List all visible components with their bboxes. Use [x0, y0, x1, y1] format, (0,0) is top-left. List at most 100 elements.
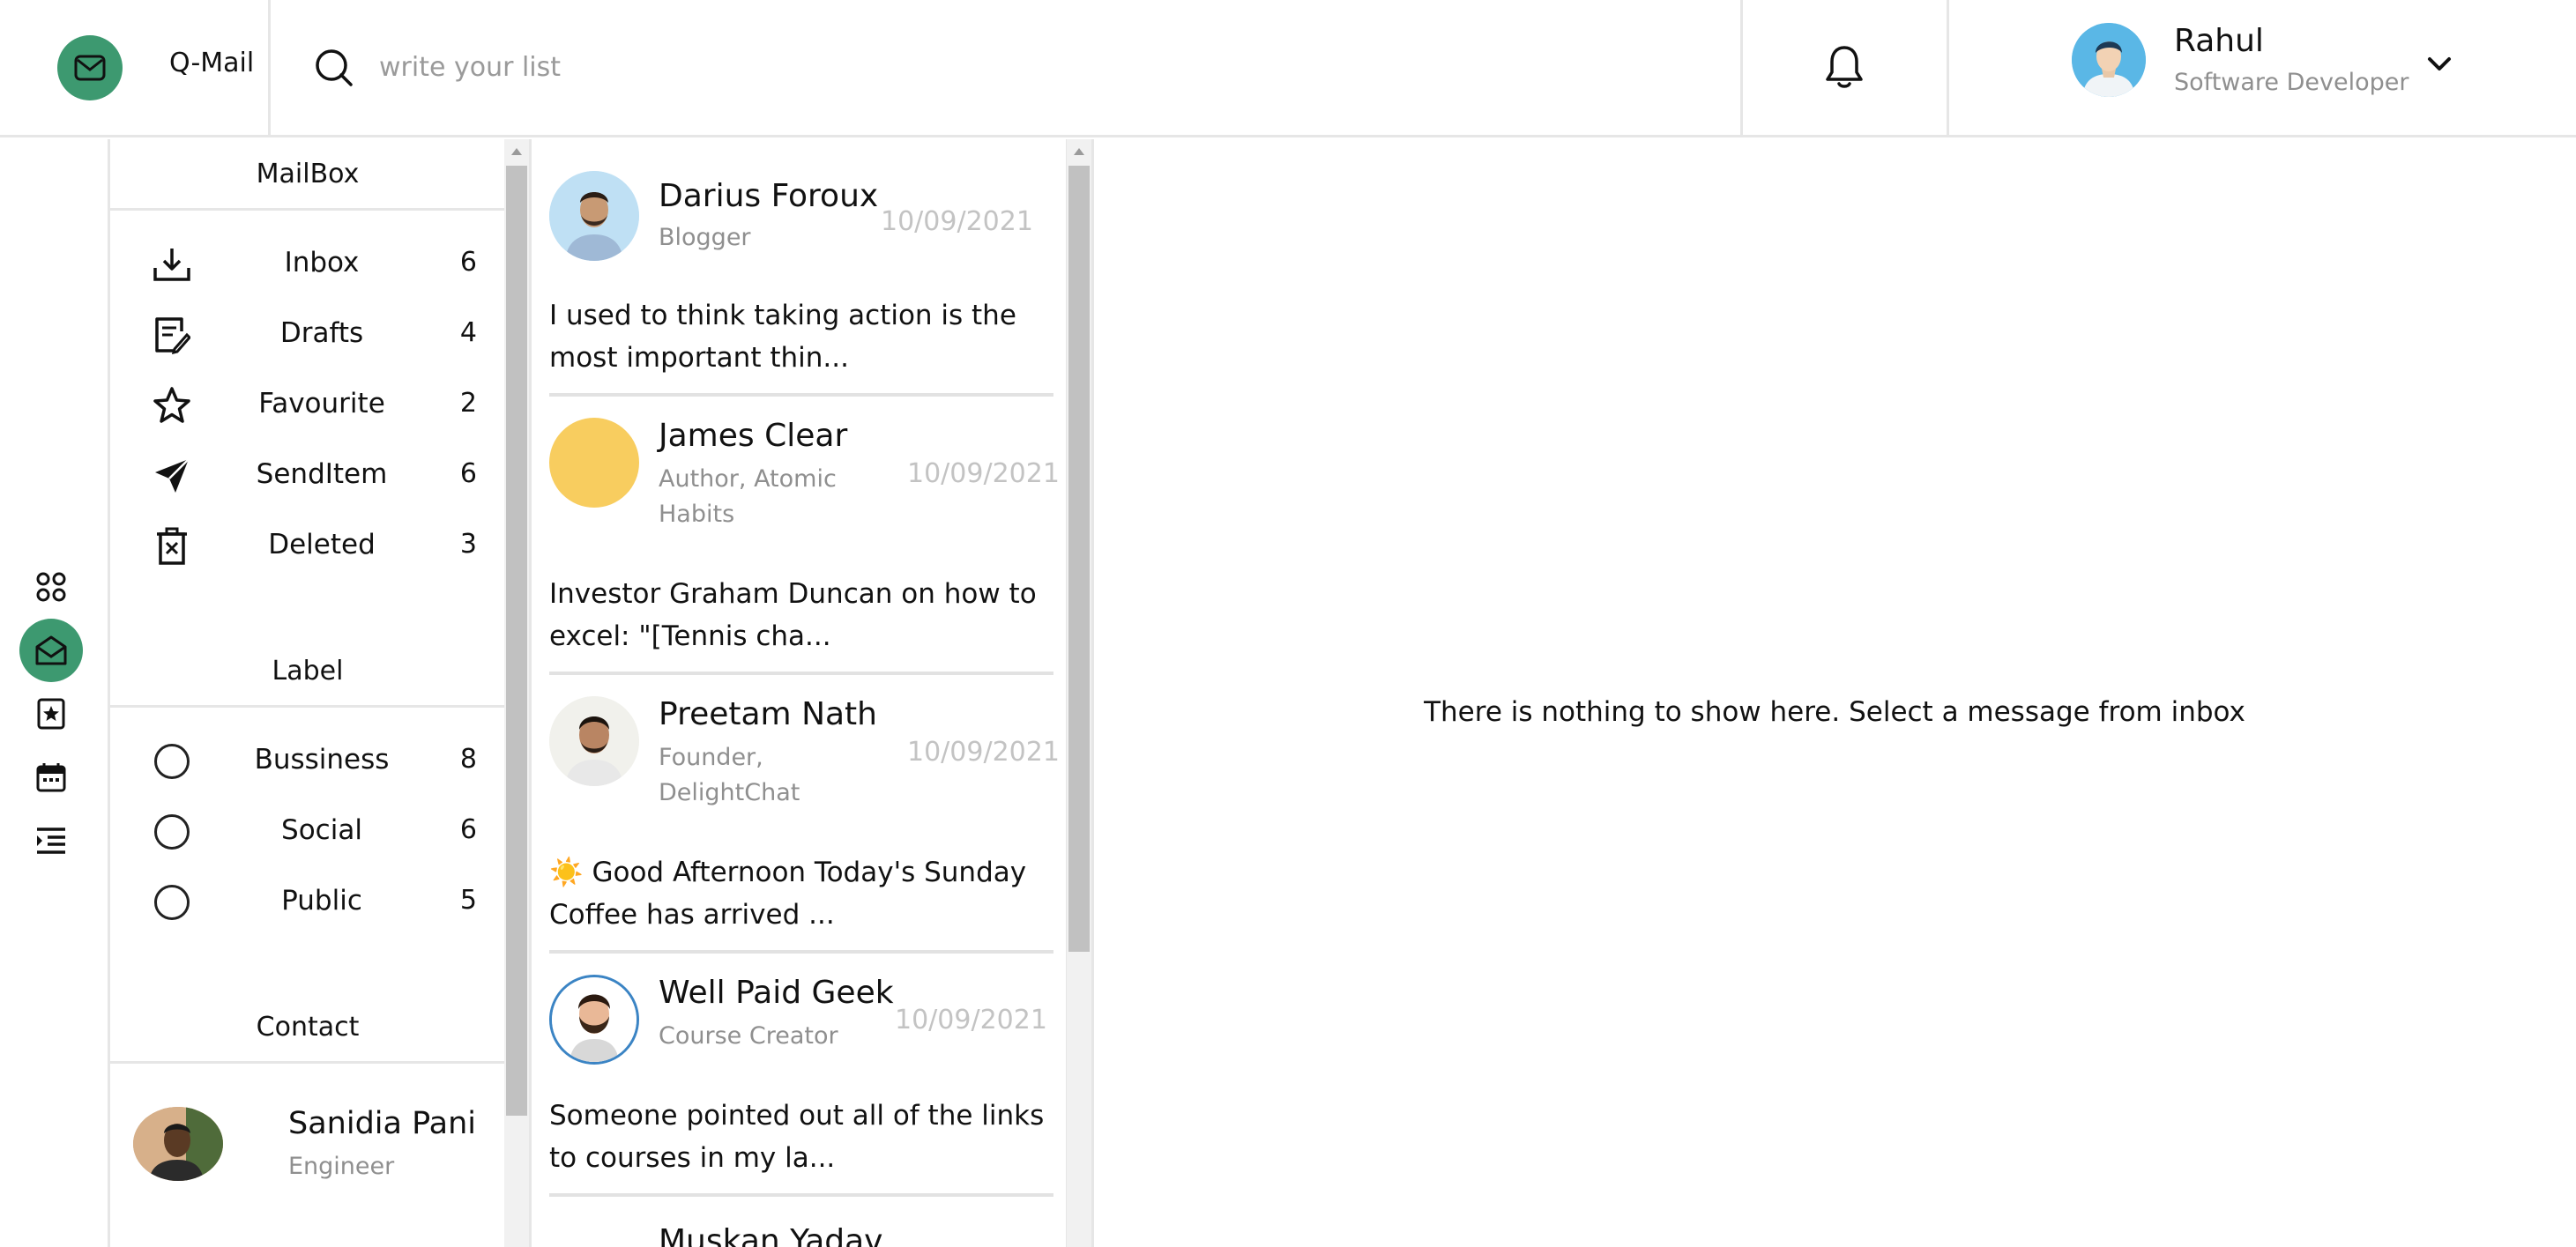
sender-avatar: [549, 975, 639, 1065]
divider: [1740, 0, 1743, 137]
divider: [1947, 0, 1949, 137]
contact-title: Contact: [256, 1012, 360, 1043]
sender-role: Blogger: [659, 224, 751, 251]
app-name: Q-Mail: [169, 48, 255, 78]
sender-avatar: [549, 418, 639, 508]
search-icon[interactable]: [314, 48, 354, 92]
user-name: Rahul: [2174, 23, 2264, 59]
sidebar-item-count: 6: [459, 458, 477, 489]
app-logo[interactable]: [57, 35, 123, 100]
message-list: Darius Foroux Blogger 10/09/2021 I used …: [529, 139, 1068, 1247]
sender-name: Well Paid Geek: [659, 975, 894, 1011]
scroll-up-arrow-icon[interactable]: [511, 148, 522, 155]
sidebar-item-public[interactable]: Public 5: [110, 874, 505, 927]
divider: [1091, 139, 1094, 1247]
divider: [549, 1193, 1053, 1197]
apps-icon: [36, 572, 66, 602]
chevron-down-icon[interactable]: [2426, 55, 2453, 78]
message-preview: ☀️ Good Afternoon Today's Sunday Coffee …: [549, 857, 1027, 931]
rail-bookmark-button[interactable]: [19, 682, 83, 746]
sidebar-item-count: 6: [459, 814, 477, 845]
inbox-download-icon: [153, 245, 191, 284]
notification-bell-icon[interactable]: [1823, 44, 1865, 93]
sidebar-item-label: Bussiness: [254, 744, 390, 776]
rail-list-button[interactable]: [19, 809, 83, 872]
scrollbar-thumb[interactable]: [506, 166, 527, 1116]
divider: [549, 950, 1053, 954]
rail-apps-button[interactable]: [19, 555, 83, 619]
contact-name: Sanidia Pani: [288, 1106, 476, 1141]
mailbox-panel: MailBox Inbox 6 Drafts 4 Favourite 2 Sen…: [108, 139, 505, 1247]
sidebar-item-senditem[interactable]: SendItem 6: [110, 448, 505, 501]
rail-calendar-button[interactable]: [19, 746, 83, 809]
sidebar-item-label: SendItem: [256, 458, 388, 490]
message-date: 10/09/2021: [907, 737, 1060, 768]
star-icon: [153, 386, 191, 425]
list-indent-icon: [37, 828, 65, 854]
user-role: Software Developer: [2174, 69, 2409, 96]
user-avatar[interactable]: [2072, 23, 2146, 97]
message-preview: Investor Graham Duncan on how to excel: …: [549, 578, 1037, 652]
mail-icon: [74, 55, 106, 81]
circle-icon: [153, 742, 191, 781]
sidebar-item-count: 5: [459, 885, 477, 916]
drafts-edit-icon: [153, 315, 191, 354]
trash-icon: [153, 527, 191, 566]
message-date: 10/09/2021: [881, 206, 1033, 237]
sidebar-item-label: Public: [281, 885, 362, 917]
calendar-icon: [36, 763, 66, 792]
sidebar-item-count: 2: [459, 388, 477, 419]
contact-avatar: [133, 1107, 223, 1181]
search-input[interactable]: [377, 42, 1700, 92]
mailbox-scrollbar[interactable]: [504, 139, 529, 1247]
message-list-scrollbar[interactable]: [1067, 139, 1091, 1247]
sidebar-item-inbox[interactable]: Inbox 6: [110, 236, 505, 289]
sender-role: Author, Atomic Habits: [659, 465, 837, 528]
sender-role: Founder, DelightChat: [659, 744, 800, 806]
message-date: 10/09/2021: [895, 1005, 1047, 1035]
message-preview: Someone pointed out all of the links to …: [549, 1100, 1045, 1174]
circle-icon: [153, 813, 191, 851]
sidebar-item-drafts[interactable]: Drafts 4: [110, 307, 505, 360]
sender-name: James Clear: [659, 418, 848, 454]
mailbox-title: MailBox: [256, 159, 360, 189]
contact-role: Engineer: [288, 1153, 395, 1180]
sidebar-item-social[interactable]: Social 6: [110, 804, 505, 857]
sender-name: Preetam Nath: [659, 696, 877, 732]
divider: [110, 1061, 505, 1064]
divider: [110, 705, 505, 708]
sidebar-item-label: Social: [281, 814, 362, 846]
message-preview: I used to think taking action is the mos…: [549, 300, 1016, 374]
sidebar-item-label: Inbox: [284, 247, 360, 278]
label-title: Label: [272, 656, 344, 687]
scroll-up-arrow-icon[interactable]: [1074, 148, 1084, 155]
divider: [268, 0, 271, 137]
sidebar-item-favourite[interactable]: Favourite 2: [110, 377, 505, 430]
sender-name: Darius Foroux: [659, 178, 879, 214]
reading-pane-empty-text: There is nothing to show here. Select a …: [1424, 696, 2245, 728]
sender-name: Muskan Yadav: [659, 1223, 883, 1247]
sender-avatar: [549, 696, 639, 786]
top-bar: Q-Mail Rahul Software Developer: [0, 0, 2576, 137]
sidebar-item-deleted[interactable]: Deleted 3: [110, 518, 505, 571]
sidebar-item-count: 6: [459, 247, 477, 278]
scrollbar-thumb[interactable]: [1068, 166, 1090, 952]
circle-icon: [153, 883, 191, 922]
sidebar-item-label: Favourite: [258, 388, 385, 419]
sidebar-item-bussiness[interactable]: Bussiness 8: [110, 733, 505, 786]
divider: [110, 208, 505, 211]
sender-avatar: [549, 171, 639, 261]
rail-mail-button[interactable]: [19, 619, 83, 682]
bookmark-star-icon: [37, 698, 65, 730]
sender-role: Course Creator: [659, 1022, 838, 1050]
divider: [549, 393, 1053, 397]
sidebar-item-count: 4: [459, 317, 477, 348]
send-icon: [153, 456, 191, 495]
sidebar-item-label: Drafts: [279, 317, 364, 349]
divider: [549, 672, 1053, 675]
sidebar-item-label: Deleted: [268, 529, 376, 560]
mail-open-icon: [35, 635, 67, 665]
sidebar-item-count: 3: [459, 529, 477, 560]
message-date: 10/09/2021: [907, 458, 1060, 489]
sidebar-item-count: 8: [459, 744, 477, 775]
